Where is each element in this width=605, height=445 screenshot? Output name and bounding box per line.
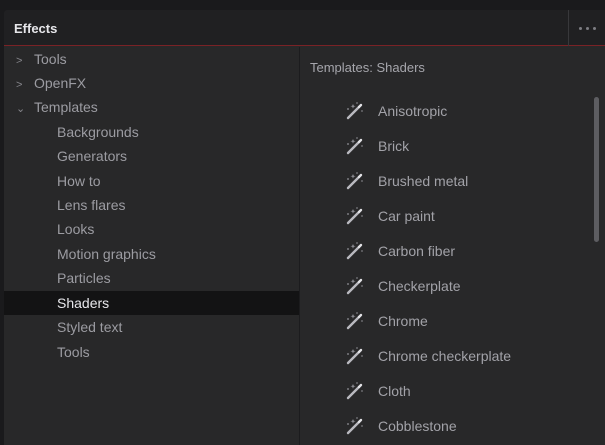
panel-title: Effects xyxy=(14,21,58,36)
chevron-down-icon: ⌄ xyxy=(16,103,26,115)
magic-wand-icon xyxy=(346,137,363,155)
effect-item[interactable]: Chrome checkerplate xyxy=(344,341,584,371)
effect-label: Cobblestone xyxy=(378,418,457,434)
effect-label: Anisotropic xyxy=(378,103,448,119)
effect-item[interactable]: Brick xyxy=(344,131,584,161)
effect-label: Chrome checkerplate xyxy=(378,348,512,364)
tree-item-openfx[interactable]: > OpenFX xyxy=(4,71,299,95)
magic-wand-icon xyxy=(346,417,363,435)
tree-item-backgrounds[interactable]: Backgrounds xyxy=(4,120,299,144)
effect-item[interactable]: Car paint xyxy=(344,201,584,231)
effect-item[interactable]: Anisotropic xyxy=(344,96,584,126)
effect-item[interactable]: Checkerplate xyxy=(344,271,584,301)
category-tree: > Tools > OpenFX ⌄ Templates Backgrounds Ge… xyxy=(4,47,299,445)
effect-label: Brushed metal xyxy=(378,173,469,189)
magic-wand-icon xyxy=(346,277,363,295)
magic-wand-icon xyxy=(346,382,363,400)
panel-header: Effects xyxy=(4,10,605,46)
tree-item-templates[interactable]: ⌄ Templates xyxy=(4,95,299,119)
magic-wand-icon xyxy=(346,312,363,330)
tree-item-tools[interactable]: > Tools xyxy=(4,47,299,71)
tree-item-label: Tools xyxy=(34,51,67,67)
magic-wand-icon xyxy=(346,172,363,190)
tree-item-looks[interactable]: Looks xyxy=(4,217,299,241)
effect-label: Carbon fiber xyxy=(378,243,456,259)
magic-wand-icon xyxy=(346,102,363,120)
effect-label: Brick xyxy=(378,138,410,154)
dot-icon xyxy=(578,26,582,30)
tree-item-styled-text[interactable]: Styled text xyxy=(4,315,299,339)
effect-item[interactable]: Carbon fiber xyxy=(344,236,584,266)
tree-item-label: OpenFX xyxy=(34,75,87,91)
magic-wand-icon xyxy=(346,242,363,260)
scrollbar[interactable] xyxy=(594,97,599,242)
chevron-right-icon: > xyxy=(16,79,23,91)
effect-item[interactable]: Chrome xyxy=(344,306,584,336)
effect-label: Checkerplate xyxy=(378,278,461,294)
magic-wand-icon xyxy=(346,347,363,365)
effect-item[interactable]: Cobblestone xyxy=(344,411,584,441)
more-options-button[interactable] xyxy=(568,10,605,46)
tree-item-how-to[interactable]: How to xyxy=(4,169,299,193)
effect-item[interactable]: Brushed metal xyxy=(344,166,584,196)
tree-item-lens-flares[interactable]: Lens flares xyxy=(4,193,299,217)
tree-item-generators[interactable]: Generators xyxy=(4,144,299,168)
effect-label: Cloth xyxy=(378,383,411,399)
effect-item[interactable]: Cloth xyxy=(344,376,584,406)
effects-list: Templates: Shaders Anisotropic Brick Brush… xyxy=(300,47,605,445)
tree-item-label: Templates xyxy=(34,99,98,115)
effect-label: Car paint xyxy=(378,208,435,224)
tree-item-shaders[interactable]: Shaders xyxy=(4,291,299,315)
dot-icon xyxy=(592,26,596,30)
tree-item-motion-graphics[interactable]: Motion graphics xyxy=(4,242,299,266)
tree-item-tools-template[interactable]: Tools xyxy=(4,340,299,364)
tree-item-particles[interactable]: Particles xyxy=(4,266,299,290)
effect-label: Chrome xyxy=(378,313,428,329)
chevron-right-icon: > xyxy=(16,55,23,67)
dot-icon xyxy=(585,26,589,30)
list-heading: Templates: Shaders xyxy=(310,60,425,75)
effects-panel: Effects > Tools > OpenFX ⌄ Templates Backgr… xyxy=(4,10,605,445)
magic-wand-icon xyxy=(346,207,363,225)
